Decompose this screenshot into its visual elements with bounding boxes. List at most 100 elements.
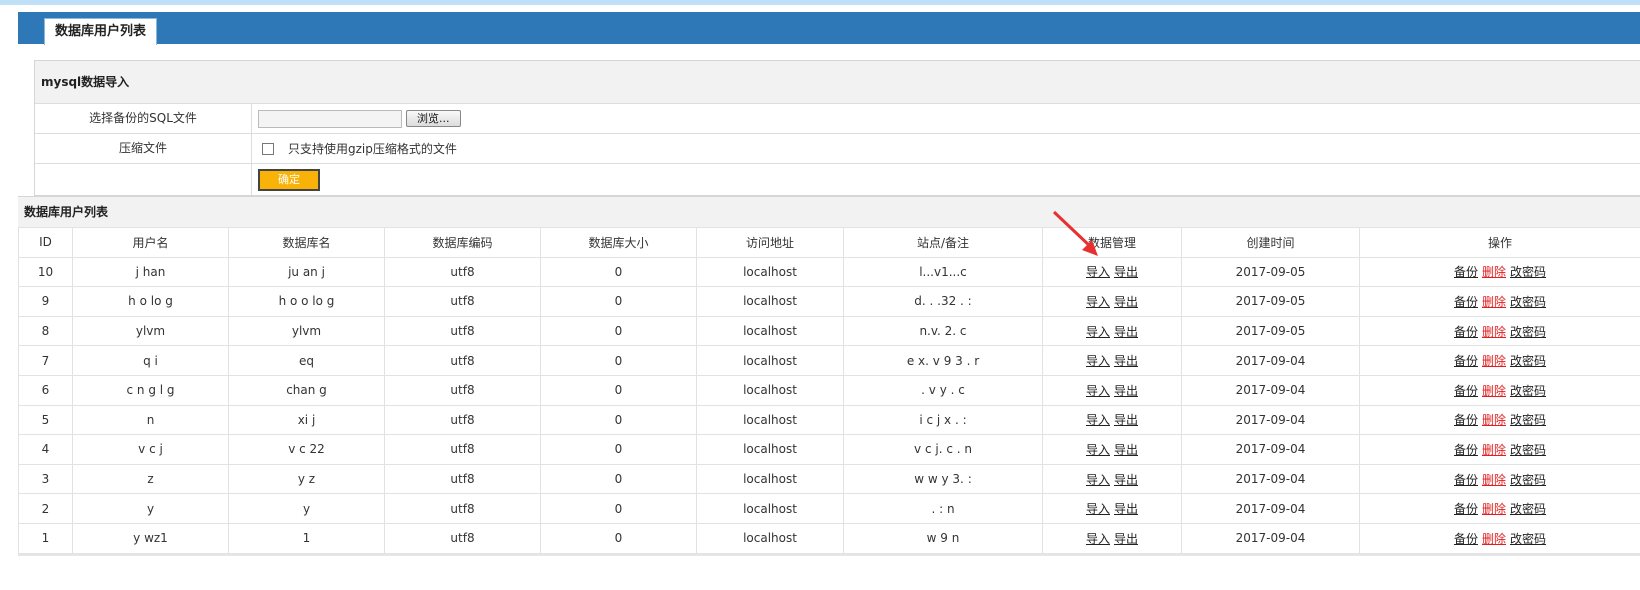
change-password-link[interactable]: 改密码: [1510, 502, 1546, 516]
compress-label: 压缩文件: [35, 134, 252, 163]
export-link[interactable]: 导出: [1114, 502, 1138, 516]
cell-host: localhost: [696, 522, 844, 554]
delete-link[interactable]: 删除: [1482, 443, 1506, 457]
file-label: 选择备份的SQL文件: [35, 104, 252, 133]
import-link[interactable]: 导入: [1086, 443, 1110, 457]
cell-note: i c j x . :: [843, 404, 1043, 436]
cell-created: 2017-09-04: [1181, 522, 1360, 554]
cell-host: localhost: [696, 434, 844, 465]
cell-id: 6: [18, 374, 73, 406]
confirm-row: 确定: [35, 164, 1640, 195]
cell-created: 2017-09-05: [1181, 256, 1360, 288]
cell-size: 0: [540, 286, 697, 317]
backup-link[interactable]: 备份: [1454, 502, 1478, 516]
table-row: 3zy z utf8 0 localhost w w y 3. : 导入 导出 2017-09…: [18, 463, 1640, 495]
import-link[interactable]: 导入: [1086, 413, 1110, 427]
export-link[interactable]: 导出: [1114, 295, 1138, 309]
table-row: 5 n xi j utf8 0 localhost i c j x . : 导入 导出 2017-…: [18, 404, 1640, 436]
import-link[interactable]: 导入: [1086, 473, 1110, 487]
gzip-checkbox[interactable]: [262, 142, 274, 155]
cell-dbname: y z: [228, 463, 385, 495]
delete-link[interactable]: 删除: [1482, 295, 1506, 309]
delete-link[interactable]: 删除: [1482, 413, 1506, 427]
import-link[interactable]: 导入: [1086, 295, 1110, 309]
col-dbname: 数据库名: [228, 227, 385, 258]
cell-actions: 备份 删除 改密码: [1359, 463, 1640, 495]
export-link[interactable]: 导出: [1114, 473, 1138, 487]
export-link[interactable]: 导出: [1114, 265, 1138, 279]
cell-manage: 导入 导出: [1042, 434, 1182, 465]
change-password-link[interactable]: 改密码: [1510, 532, 1546, 546]
confirm-button[interactable]: 确定: [258, 168, 320, 191]
import-link[interactable]: 导入: [1086, 502, 1110, 516]
cell-note: w w y 3. :: [843, 463, 1043, 495]
import-link[interactable]: 导入: [1086, 354, 1110, 368]
cell-host: localhost: [696, 345, 844, 376]
cell-encoding: utf8: [384, 286, 541, 317]
sql-file-input[interactable]: [258, 109, 402, 128]
cell-size: 0: [540, 522, 697, 554]
backup-link[interactable]: 备份: [1454, 325, 1478, 339]
browse-button[interactable]: 浏览...: [406, 110, 461, 127]
backup-link[interactable]: 备份: [1454, 265, 1478, 279]
change-password-link[interactable]: 改密码: [1510, 295, 1546, 309]
export-link[interactable]: 导出: [1114, 532, 1138, 546]
change-password-link[interactable]: 改密码: [1510, 325, 1546, 339]
cell-created: 2017-09-05: [1181, 315, 1360, 347]
delete-link[interactable]: 删除: [1482, 473, 1506, 487]
import-link[interactable]: 导入: [1086, 384, 1110, 398]
export-link[interactable]: 导出: [1114, 443, 1138, 457]
change-password-link[interactable]: 改密码: [1510, 265, 1546, 279]
col-encoding: 数据库编码: [384, 227, 541, 258]
backup-link[interactable]: 备份: [1454, 384, 1478, 398]
change-password-link[interactable]: 改密码: [1510, 473, 1546, 487]
cell-size: 0: [540, 434, 697, 465]
cell-id: 10: [18, 256, 73, 288]
cell-encoding: utf8: [384, 493, 541, 524]
cell-username: v c j: [72, 434, 229, 465]
cell-host: localhost: [696, 463, 844, 495]
table-row: 1y wz1 1 utf8 0 localhost w 9 n 导入 导出 2017-09-04…: [18, 522, 1640, 554]
cell-note: v c j. c . n: [843, 434, 1043, 465]
gzip-hint: 只支持使用gzip压缩格式的文件: [288, 142, 457, 156]
delete-link[interactable]: 删除: [1482, 502, 1506, 516]
cell-dbname: v c 22: [228, 434, 385, 465]
col-username: 用户名: [72, 227, 229, 258]
cell-id: 2: [18, 493, 73, 524]
export-link[interactable]: 导出: [1114, 354, 1138, 368]
cell-size: 0: [540, 374, 697, 406]
cell-manage: 导入 导出: [1042, 256, 1182, 288]
backup-link[interactable]: 备份: [1454, 354, 1478, 368]
table-row: 6c n g l g chan g utf8 0 localhost. v y . c导…: [18, 374, 1640, 406]
backup-link[interactable]: 备份: [1454, 532, 1478, 546]
delete-link[interactable]: 删除: [1482, 532, 1506, 546]
backup-link[interactable]: 备份: [1454, 413, 1478, 427]
export-link[interactable]: 导出: [1114, 325, 1138, 339]
change-password-link[interactable]: 改密码: [1510, 413, 1546, 427]
backup-link[interactable]: 备份: [1454, 473, 1478, 487]
backup-link[interactable]: 备份: [1454, 443, 1478, 457]
import-link[interactable]: 导入: [1086, 532, 1110, 546]
delete-link[interactable]: 删除: [1482, 354, 1506, 368]
export-link[interactable]: 导出: [1114, 384, 1138, 398]
cell-host: localhost: [696, 404, 844, 436]
cell-size: 0: [540, 404, 697, 436]
cell-size: 0: [540, 315, 697, 347]
import-link[interactable]: 导入: [1086, 265, 1110, 279]
cell-id: 1: [18, 522, 73, 554]
cell-created: 2017-09-04: [1181, 463, 1360, 495]
change-password-link[interactable]: 改密码: [1510, 354, 1546, 368]
tab-db-user-list[interactable]: 数据库用户列表: [44, 18, 158, 45]
change-password-link[interactable]: 改密码: [1510, 443, 1546, 457]
change-password-link[interactable]: 改密码: [1510, 384, 1546, 398]
import-link[interactable]: 导入: [1086, 325, 1110, 339]
export-link[interactable]: 导出: [1114, 413, 1138, 427]
cell-encoding: utf8: [384, 404, 541, 436]
table-header-row: ID 用户名 数据库名 数据库编码 数据库大小 访问地址 站点/备注 数据管理 …: [18, 227, 1640, 258]
delete-link[interactable]: 删除: [1482, 325, 1506, 339]
list-header: 数据库用户列表: [18, 197, 1640, 227]
backup-link[interactable]: 备份: [1454, 295, 1478, 309]
cell-actions: 备份 删除 改密码: [1359, 345, 1640, 376]
delete-link[interactable]: 删除: [1482, 384, 1506, 398]
delete-link[interactable]: 删除: [1482, 265, 1506, 279]
